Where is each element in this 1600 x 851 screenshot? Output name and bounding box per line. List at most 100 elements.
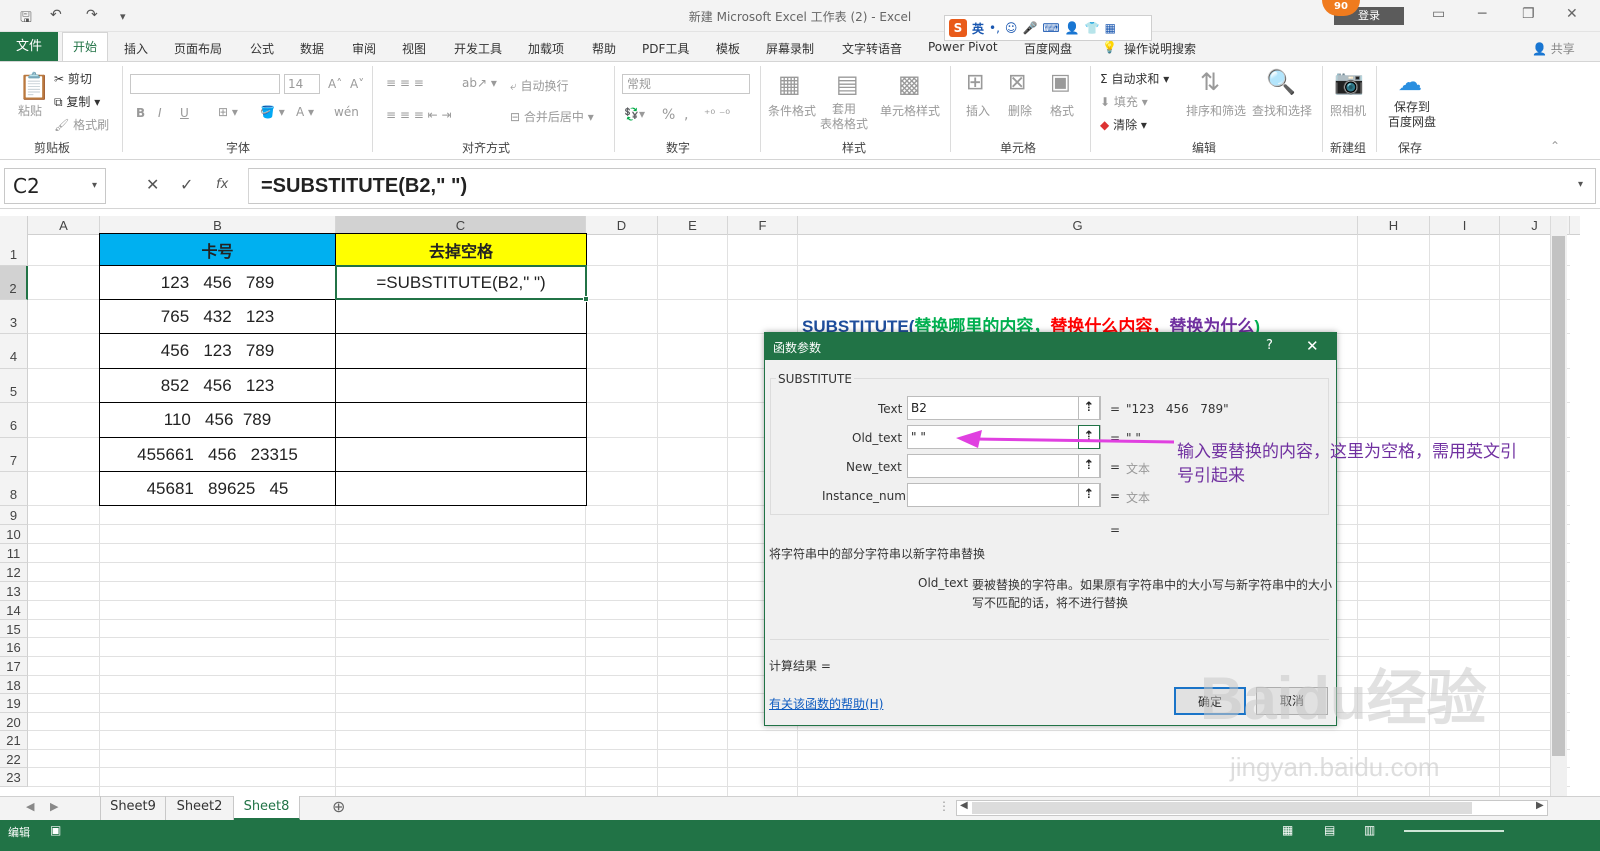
align-top-icon[interactable]: ≡ ≡ ≡ [386, 76, 424, 90]
ime-emoji-icon[interactable]: ☺ [1005, 21, 1018, 35]
phonetic-icon[interactable]: wén [334, 105, 359, 119]
row-header[interactable]: 13 [0, 582, 28, 601]
tab-page-layout[interactable]: 页面布局 [174, 40, 222, 57]
comma-button[interactable]: , [684, 107, 688, 123]
row-header[interactable]: 4 [0, 334, 28, 369]
row-header[interactable]: 8 [0, 472, 28, 506]
lightbulb-icon[interactable]: 💡 [1102, 40, 1117, 54]
table-cell-card-number[interactable]: 110 456 789 [99, 402, 336, 438]
cell-styles-icon[interactable]: ▩ [898, 70, 921, 98]
tab-addins[interactable]: 加载项 [528, 40, 564, 57]
tab-review[interactable]: 审阅 [352, 40, 376, 57]
collapse-dialog-icon[interactable]: ⇡ [1078, 396, 1100, 420]
scroll-right-icon[interactable]: ▶ [1536, 800, 1544, 811]
ime-skin-icon[interactable]: 👕 [1085, 21, 1100, 35]
baidu-pan-icon[interactable]: ☁ [1398, 68, 1422, 96]
camera-icon[interactable]: 📷 [1334, 68, 1364, 96]
save-baidu-button[interactable]: 保存到 百度网盘 [1388, 100, 1436, 130]
tab-split-icon[interactable]: ⋮ [938, 799, 950, 813]
row-header[interactable]: 21 [0, 731, 28, 750]
table-cell-card-number[interactable]: 123 456 789 [99, 265, 336, 300]
table-cell-result[interactable] [335, 299, 587, 334]
copy-button[interactable]: ⧉ 复制 ▾ [54, 93, 100, 110]
zoom-slider[interactable] [1404, 830, 1504, 832]
row-header[interactable]: 9 [0, 506, 28, 525]
arg-input-instance-num[interactable] [907, 483, 1101, 507]
row-header[interactable]: 18 [0, 676, 28, 694]
cut-button[interactable]: ✂ 剪切 [54, 70, 92, 87]
arg-input-new-text[interactable] [907, 454, 1101, 478]
format-painter-button[interactable]: 🖌 格式刷 [54, 116, 109, 133]
table-cell-card-number[interactable]: 765 432 123 [99, 299, 336, 334]
tab-developer[interactable]: 开发工具 [454, 40, 502, 57]
col-header-i[interactable]: I [1430, 216, 1500, 235]
col-header-d[interactable]: D [586, 216, 658, 235]
dialog-help-icon[interactable]: ? [1266, 338, 1273, 353]
arg-input-text[interactable]: B2 [907, 396, 1101, 420]
row-header[interactable]: 7 [0, 438, 28, 472]
tab-power-pivot[interactable]: Power Pivot [928, 40, 998, 54]
font-family-select[interactable] [130, 74, 280, 94]
macro-record-icon[interactable]: ▣ [50, 823, 61, 837]
cancel-edit-icon[interactable]: ✕ [146, 175, 159, 194]
horizontal-scroll-thumb[interactable] [972, 802, 1472, 814]
function-help-link[interactable]: 有关该函数的帮助(H) [769, 695, 883, 712]
tab-formulas[interactable]: 公式 [250, 40, 274, 57]
col-header-a[interactable]: A [28, 216, 100, 235]
ime-menu-icon[interactable]: ▦ [1105, 21, 1116, 35]
table-header-card-number[interactable]: 卡号 [99, 233, 336, 266]
minimize-icon[interactable]: ─ [1478, 6, 1486, 22]
row-header[interactable]: 19 [0, 694, 28, 713]
tell-me-search[interactable]: 操作说明搜索 [1124, 40, 1196, 57]
delete-cells-button[interactable]: 删除 [1008, 102, 1032, 119]
insert-cells-icon[interactable]: ⊞ [966, 70, 984, 95]
tab-view[interactable]: 视图 [402, 40, 426, 57]
ime-user-icon[interactable]: 👤 [1065, 21, 1080, 35]
percent-button[interactable]: % [662, 107, 675, 123]
border-icon[interactable]: ⊞ ▾ [218, 105, 238, 119]
align-left-icon[interactable]: ≡ ≡ ≡ ⇤ ⇥ [386, 108, 452, 122]
ime-keyboard-icon[interactable]: ⌨ [1042, 21, 1059, 35]
ime-punct-icon[interactable]: •, [989, 21, 1000, 35]
row-header[interactable]: 6 [0, 403, 28, 438]
paste-icon[interactable]: 📋 [18, 72, 50, 102]
tab-file[interactable]: 文件 [0, 32, 58, 61]
row-header[interactable]: 5 [0, 369, 28, 403]
page-layout-view-icon[interactable]: ▤ [1324, 823, 1335, 837]
ime-lang[interactable]: 英 [972, 20, 984, 37]
ime-mic-icon[interactable]: 🎤 [1022, 21, 1037, 35]
tab-tts[interactable]: 文字转语音 [842, 40, 902, 57]
table-cell-card-number[interactable]: 852 456 123 [99, 368, 336, 403]
scroll-left-icon[interactable]: ◀ [960, 800, 968, 811]
tab-data[interactable]: 数据 [300, 40, 324, 57]
row-header[interactable]: 17 [0, 657, 28, 676]
shrink-font-icon[interactable]: A˅ [350, 77, 364, 91]
sort-filter-button[interactable]: 排序和筛选 [1186, 102, 1246, 119]
autosum-button[interactable]: Σ 自动求和 ▾ [1100, 70, 1169, 87]
row-header[interactable]: 3 [0, 300, 28, 334]
grow-font-icon[interactable]: A˄ [328, 77, 342, 91]
italic-button[interactable]: I [158, 106, 162, 120]
row-header[interactable]: 10 [0, 525, 28, 544]
table-cell-card-number[interactable]: 45681 89625 45 [99, 471, 336, 506]
orientation-icon[interactable]: ab↗ ▾ [462, 76, 497, 90]
merge-center-button[interactable]: ⊟ 合并后居中 ▾ [510, 108, 594, 125]
tab-screen-record[interactable]: 屏幕录制 [766, 40, 814, 57]
col-header-f[interactable]: F [728, 216, 798, 235]
font-size-select[interactable]: 14 [284, 74, 320, 94]
paste-button[interactable]: 粘贴 [18, 102, 42, 119]
name-box[interactable]: C2 [4, 168, 106, 204]
sheet-tab[interactable]: Sheet2 [166, 796, 234, 820]
row-header[interactable]: 2 [0, 266, 28, 300]
sheet-tab[interactable]: Sheet9 [100, 796, 166, 820]
sort-filter-icon[interactable]: ⇅ [1200, 68, 1220, 96]
select-all-button[interactable] [0, 216, 28, 235]
vertical-scroll-thumb[interactable] [1552, 236, 1565, 756]
table-cell-result[interactable] [335, 402, 587, 438]
currency-icon[interactable]: 💱▾ [624, 107, 645, 121]
share-button[interactable]: 👤 共享 [1532, 40, 1575, 57]
row-header[interactable]: 1 [0, 235, 28, 266]
row-header[interactable]: 20 [0, 713, 28, 731]
camera-button[interactable]: 照相机 [1330, 102, 1366, 119]
decimal-icon[interactable]: ⁺⁰ ⁻⁰ [704, 107, 730, 121]
